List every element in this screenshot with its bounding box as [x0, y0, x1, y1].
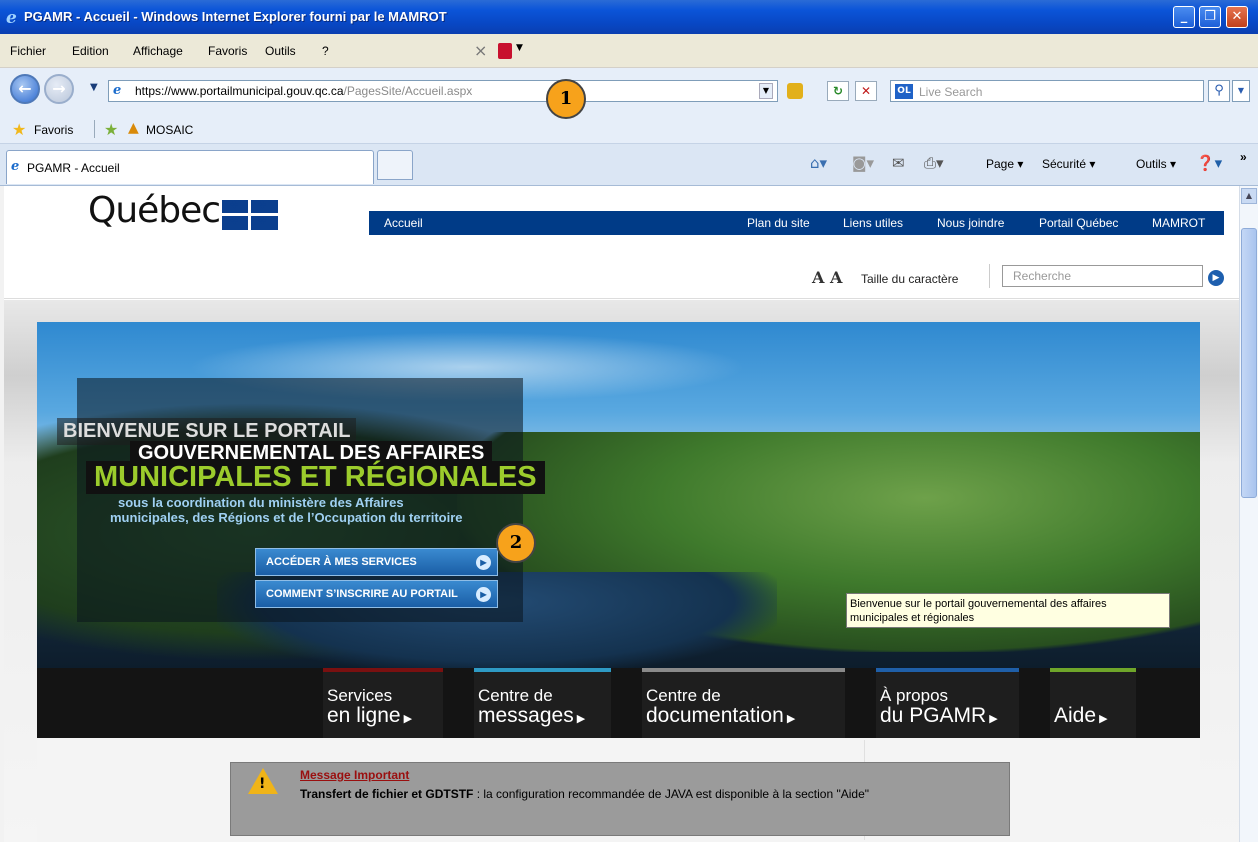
ie-tab-icon: e [11, 159, 20, 174]
site-search-input[interactable]: Recherche [1002, 265, 1203, 287]
nav-plan-du-site[interactable]: Plan du site [747, 216, 810, 230]
print-icon[interactable]: ⎙▾ [924, 154, 944, 172]
header-divider [4, 298, 1239, 299]
address-bar-row: ← → ▼ e https://www.portailmunicipal.gou… [0, 68, 1258, 114]
nav-liens-utiles[interactable]: Liens utiles [843, 216, 903, 230]
menu-affichage[interactable]: Affichage [133, 44, 183, 58]
hero-subtitle: sous la coordination du ministère des Af… [110, 495, 463, 525]
message-body: Transfert de fichier et GDTSTF : la conf… [300, 787, 870, 801]
add-favorite-icon[interactable]: ★ [104, 120, 118, 139]
font-size-label[interactable]: Taille du caractère [861, 272, 958, 286]
minimize-button[interactable]: _ [1173, 6, 1195, 28]
tab-pgamr-accueil[interactable]: e PGAMR - Accueil [6, 150, 374, 184]
mosaic-icon: ▲ [128, 120, 139, 136]
tools-menu[interactable]: Outils ▾ [1136, 157, 1176, 171]
chevron-more-icon[interactable]: » [1240, 150, 1247, 164]
page-menu[interactable]: Page ▾ [986, 157, 1023, 171]
font-size-icon[interactable]: A A [812, 268, 842, 287]
menu-edition[interactable]: Edition [72, 44, 109, 58]
live-search-input[interactable]: OL Live Search [890, 80, 1204, 102]
nav-nous-joindre[interactable]: Nous joindre [937, 216, 1004, 230]
mail-icon[interactable]: ✉ [892, 154, 905, 172]
nav-mamrot[interactable]: MAMROT [1152, 216, 1205, 230]
new-tab-button[interactable] [377, 150, 413, 180]
search-options-icon[interactable]: ▼ [1232, 80, 1250, 102]
home-icon[interactable]: ⌂▾ [810, 154, 827, 172]
inscrire-portail-button[interactable]: COMMENT S’INSCRIRE AU PORTAIL ▶ [255, 580, 498, 608]
chevron-down-icon[interactable]: ▼ [516, 43, 523, 53]
scroll-up-icon[interactable]: ▲ [1241, 188, 1257, 204]
back-button[interactable]: ← [10, 74, 40, 104]
hero-nav-strip [37, 668, 1200, 738]
hero-nav-aide[interactable]: Aide ▶ [1050, 668, 1136, 738]
stop-button[interactable]: ✕ [855, 81, 877, 101]
nav-accueil[interactable]: Accueil [384, 216, 423, 230]
arrow-right-icon: ▶ [476, 587, 491, 602]
lock-icon[interactable] [787, 83, 803, 99]
refresh-button[interactable]: ↻ [827, 81, 849, 101]
ie-logo-icon: e [6, 8, 17, 28]
live-search-icon: OL [895, 84, 913, 99]
security-menu[interactable]: Sécurité ▾ [1042, 157, 1095, 171]
acceder-services-button[interactable]: ACCÉDER À MES SERVICES ▶ [255, 548, 498, 576]
favorites-label[interactable]: Favoris [34, 123, 73, 137]
pdf-icon[interactable] [498, 43, 512, 59]
warning-exclamation-icon: ! [259, 776, 266, 792]
hero-nav-a-propos[interactable]: À propos du PGAMR ▶ [876, 668, 1019, 738]
live-search-placeholder: Live Search [919, 85, 983, 99]
favorites-star-icon[interactable]: ★ [12, 120, 26, 139]
feeds-icon[interactable]: ◙▾ [852, 154, 874, 172]
hero-tooltip: Bienvenue sur le portail gouvernemental … [846, 593, 1170, 628]
header-separator [989, 264, 990, 288]
site-search-placeholder: Recherche [1013, 269, 1072, 283]
hero-nav-documentation[interactable]: Centre de documentation ▶ [642, 668, 845, 738]
help-icon[interactable]: ❓▾ [1196, 154, 1222, 172]
fleur-de-lys-flag-icon: ✤ ✤ ✤ ✤ [222, 200, 278, 230]
hero-nav-services[interactable]: Services en ligne ▶ [323, 668, 443, 738]
forward-button[interactable]: → [44, 74, 74, 104]
maximize-button[interactable]: ❐ [1199, 6, 1221, 28]
favorite-mosaic[interactable]: MOSAIC [146, 123, 193, 137]
close-toolbar-icon[interactable]: × [474, 41, 487, 60]
tab-row: e PGAMR - Accueil ⌂▾ ◙▾ ✉ ⎙▾ Page ▾ Sécu… [0, 144, 1258, 186]
search-icon[interactable]: ⚲ [1208, 80, 1230, 102]
hero-line-3: MUNICIPALES ET RÉGIONALES [86, 461, 545, 494]
close-button[interactable]: ✕ [1226, 6, 1248, 28]
page-icon: e [113, 83, 122, 98]
message-title-link[interactable]: Message Important [300, 768, 409, 782]
address-url[interactable]: https://www.portailmunicipal.gouv.qc.ca/… [135, 84, 472, 98]
menu-bar: Fichier Edition Affichage Favoris Outils… [0, 34, 1258, 68]
menu-help[interactable]: ? [322, 44, 329, 58]
tab-label: PGAMR - Accueil [27, 161, 120, 175]
menu-fichier[interactable]: Fichier [10, 44, 46, 58]
window-title: PGAMR - Accueil - Windows Internet Explo… [24, 9, 447, 24]
nav-portail-quebec[interactable]: Portail Québec [1039, 216, 1118, 230]
scroll-thumb[interactable] [1241, 228, 1257, 498]
callout-marker-1: 1 [546, 79, 586, 119]
site-top-nav: Accueil Plan du site Liens utiles Nous j… [369, 211, 1224, 235]
quebec-logo[interactable]: Québec [88, 190, 221, 231]
hero-nav-messages[interactable]: Centre de messages ▶ [474, 668, 611, 738]
menu-outils[interactable]: Outils [265, 44, 296, 58]
page-scrollbar[interactable]: ▲ [1239, 186, 1258, 842]
menu-favoris[interactable]: Favoris [208, 44, 247, 58]
address-field[interactable]: e https://www.portailmunicipal.gouv.qc.c… [108, 80, 778, 102]
favorites-separator [94, 120, 95, 138]
window-titlebar: e PGAMR - Accueil - Windows Internet Exp… [0, 0, 1258, 34]
favorites-bar: ★ Favoris ★ ▲ MOSAIC [0, 114, 1258, 144]
site-search-go-icon[interactable]: ▶ [1208, 270, 1224, 286]
address-dropdown-icon[interactable]: ▼ [759, 83, 773, 99]
history-dropdown-icon[interactable]: ▼ [90, 82, 98, 93]
arrow-right-icon: ▶ [476, 555, 491, 570]
callout-marker-2: 2 [496, 523, 536, 563]
